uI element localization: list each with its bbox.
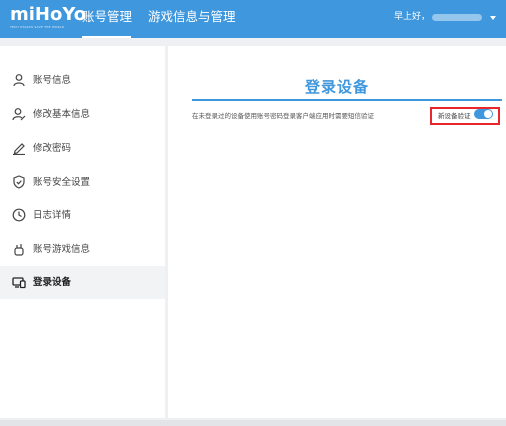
sidebar-item-security-settings[interactable]: 账号安全设置 xyxy=(0,166,165,199)
shield-check-icon xyxy=(13,175,25,189)
devices-icon xyxy=(12,277,26,289)
mihoyo-logo[interactable]: miHoYo TECH OTAKUS SAVE THE WORLD xyxy=(10,4,87,33)
sidebar-item-label: 日志详情 xyxy=(33,210,72,221)
bottom-strip xyxy=(0,420,506,426)
game-controller-icon xyxy=(14,244,24,256)
logo-text: miHoYo xyxy=(10,4,87,25)
greeting-text: 早上好， xyxy=(393,12,430,22)
sidebar-item-label: 修改基本信息 xyxy=(33,109,91,120)
new-device-verification-toggle[interactable] xyxy=(474,109,493,119)
sidebar-item-account-info[interactable]: 账号信息 xyxy=(0,64,165,97)
sidebar-item-label: 修改密码 xyxy=(33,143,72,154)
user-icon xyxy=(13,74,25,87)
setting-description: 在未登录过的设备使用账号密码登录客户端应用时需要短信验证 xyxy=(192,112,374,120)
toggle-label: 新设备验证 xyxy=(438,112,471,120)
sidebar-item-label: 账号信息 xyxy=(33,75,72,86)
user-edit-icon xyxy=(12,108,26,121)
toggle-knob xyxy=(484,110,492,118)
chevron-down-icon[interactable] xyxy=(490,16,496,20)
nav-tab-game-info[interactable]: 游戏信息与管理 xyxy=(148,0,236,38)
sidebar-item-label: 登录设备 xyxy=(33,277,72,288)
pencil-icon xyxy=(13,143,25,155)
sidebar: 账号信息 修改基本信息 修改密码 账号安全设置 日志详情 账号游戏信息 登录设备 xyxy=(0,46,165,418)
sidebar-item-label: 账号游戏信息 xyxy=(33,244,91,255)
sidebar-item-login-devices[interactable]: 登录设备 xyxy=(0,266,165,299)
sidebar-item-log-details[interactable]: 日志详情 xyxy=(0,199,165,232)
sidebar-item-game-info[interactable]: 账号游戏信息 xyxy=(0,233,165,266)
sidebar-item-edit-basic-info[interactable]: 修改基本信息 xyxy=(0,98,165,131)
clock-icon xyxy=(12,208,26,222)
logo-tagline: TECH OTAKUS SAVE THE WORLD xyxy=(10,25,65,29)
sidebar-item-change-password[interactable]: 修改密码 xyxy=(0,132,165,165)
title-divider xyxy=(192,99,502,101)
page-title: 登录设备 xyxy=(304,78,369,96)
sidebar-item-label: 账号安全设置 xyxy=(33,177,91,188)
username-redacted[interactable] xyxy=(432,14,482,21)
main-panel: 登录设备 在未登录过的设备使用账号密码登录客户端应用时需要短信验证 新设备验证 xyxy=(168,46,506,418)
nav-tab-account-management[interactable]: 账号管理 xyxy=(82,0,132,38)
top-header: miHoYo TECH OTAKUS SAVE THE WORLD 账号管理 游… xyxy=(0,0,506,38)
